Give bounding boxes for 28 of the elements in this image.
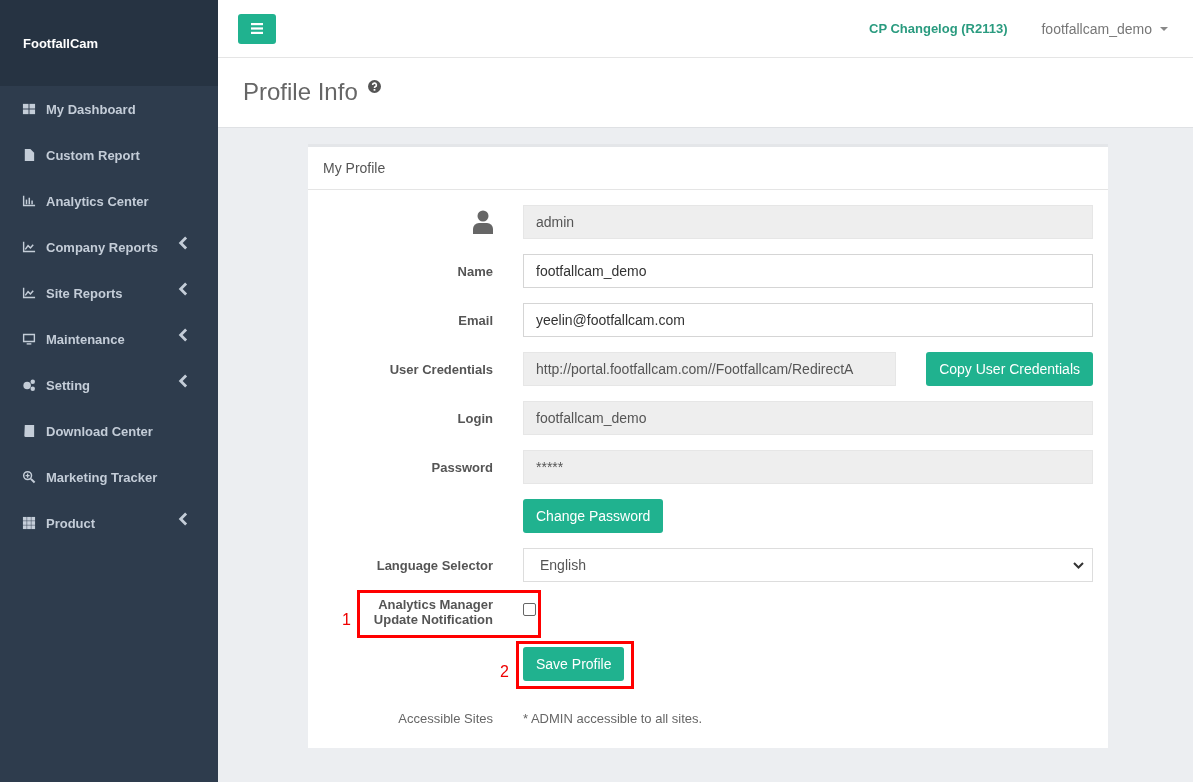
page-title: Profile Info <box>243 78 358 106</box>
field-label: Login <box>457 410 493 426</box>
sidebar-item[interactable]: My Dashboard <box>0 86 218 132</box>
language-select[interactable]: English <box>523 548 1093 582</box>
field-label: User Credentials <box>389 361 493 377</box>
field-label: Language Selector <box>376 557 493 573</box>
sidebar-item[interactable]: Maintenance <box>0 316 218 362</box>
annotation-number: 2 <box>500 663 509 681</box>
field-label: Email <box>458 312 493 328</box>
card-title: My Profile <box>323 160 386 176</box>
sidebar-item[interactable]: Analytics Center <box>0 178 218 224</box>
field-label: Name <box>457 263 493 279</box>
input-field[interactable]: footfallcam_demo <box>523 254 1093 288</box>
field-label: Analytics Manager Update Notification <box>372 597 493 627</box>
field-label: Accessible Sites <box>398 711 493 726</box>
input-field[interactable]: yeelin@footfallcam.com <box>523 303 1093 337</box>
sidebar-item[interactable]: Custom Report <box>0 132 218 178</box>
field-label: Password <box>431 459 493 475</box>
access-note: * ADMIN accessible to all sites. <box>523 711 703 726</box>
brand-name[interactable]: FootfallCam <box>23 35 99 51</box>
sidebar-item[interactable]: Marketing Tracker <box>0 454 218 500</box>
annotation-number: 1 <box>342 611 351 629</box>
sidebar-item[interactable]: Setting <box>0 362 218 408</box>
sidebar-item[interactable]: Company Reports <box>0 224 218 270</box>
user-menu[interactable]: footfallcam_demo <box>1041 20 1168 37</box>
sidebar-item[interactable]: Site Reports <box>0 270 218 316</box>
sidebar-item[interactable]: Product <box>0 500 218 546</box>
sidebar-item[interactable]: Download Center <box>0 408 218 454</box>
